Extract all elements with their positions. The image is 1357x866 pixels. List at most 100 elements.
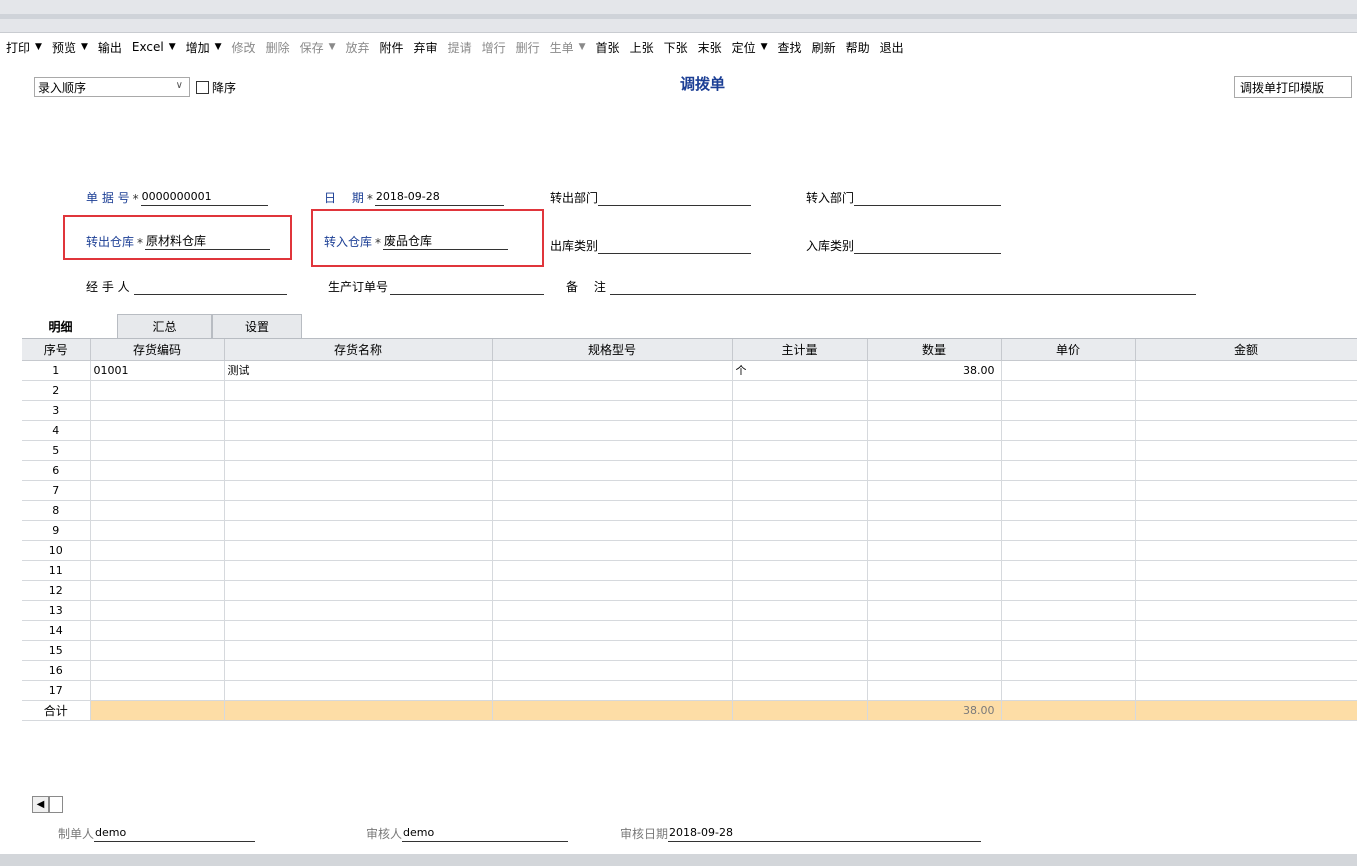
toolbar-button[interactable]: 删除 xyxy=(262,36,296,58)
cell-price[interactable] xyxy=(1001,620,1136,641)
cell-price[interactable] xyxy=(1001,640,1136,661)
handler-input[interactable] xyxy=(133,279,287,295)
toolbar-button[interactable]: 放弃 xyxy=(342,36,376,58)
cell-name[interactable] xyxy=(224,380,493,401)
cell-amount[interactable] xyxy=(1135,580,1357,601)
toolbar-button[interactable]: 增行 xyxy=(478,36,512,58)
cell-qty[interactable] xyxy=(867,560,1002,581)
cell-name[interactable] xyxy=(224,640,493,661)
cell-qty[interactable] xyxy=(867,460,1002,481)
cell-amount[interactable] xyxy=(1135,480,1357,501)
cell-unit[interactable] xyxy=(732,440,868,461)
cell-name[interactable] xyxy=(224,520,493,541)
cell-spec[interactable] xyxy=(492,460,733,481)
out-type-input[interactable] xyxy=(598,238,752,254)
toolbar-button[interactable]: 末张 xyxy=(694,36,728,58)
table-row[interactable]: 8 xyxy=(22,500,1357,521)
dropdown-arrow-icon[interactable]: ▼ xyxy=(329,42,336,52)
cell-name[interactable] xyxy=(224,460,493,481)
cell-name[interactable] xyxy=(224,420,493,441)
cell-qty[interactable] xyxy=(867,620,1002,641)
toolbar-button[interactable]: 定位 ▼ xyxy=(728,36,774,58)
cell-name[interactable] xyxy=(224,480,493,501)
cell-unit[interactable] xyxy=(732,560,868,581)
col-header-qty[interactable]: 数量 xyxy=(867,339,1002,361)
cell-name[interactable] xyxy=(224,580,493,601)
cell-name[interactable] xyxy=(224,560,493,581)
in-dept-input[interactable] xyxy=(854,190,1002,206)
cell-amount[interactable] xyxy=(1135,620,1357,641)
cell-name[interactable] xyxy=(224,500,493,521)
cell-unit[interactable] xyxy=(732,460,868,481)
toolbar-button[interactable]: 输出 xyxy=(94,36,128,58)
tab-detail[interactable]: 明细 xyxy=(22,314,99,338)
cell-unit[interactable] xyxy=(732,380,868,401)
toolbar-button[interactable]: 生单 ▼ xyxy=(546,36,592,58)
dropdown-arrow-icon[interactable]: ▼ xyxy=(579,42,586,52)
cell-price[interactable] xyxy=(1001,660,1136,681)
toolbar-button[interactable]: 查找 xyxy=(774,36,808,58)
col-header-index[interactable]: 序号 xyxy=(22,339,91,361)
table-row[interactable]: 6 xyxy=(22,460,1357,481)
cell-price[interactable] xyxy=(1001,580,1136,601)
cell-qty[interactable] xyxy=(867,540,1002,561)
cell-spec[interactable] xyxy=(492,620,733,641)
cell-amount[interactable] xyxy=(1135,440,1357,461)
table-row[interactable]: 4 xyxy=(22,420,1357,441)
toolbar-button[interactable]: 保存 ▼ xyxy=(296,36,342,58)
cell-code[interactable]: 01001 xyxy=(90,360,225,381)
cell-unit[interactable] xyxy=(732,680,868,701)
cell-spec[interactable] xyxy=(492,400,733,421)
table-row[interactable]: 2 xyxy=(22,380,1357,401)
print-template-select[interactable]: 调拨单打印模版 xyxy=(1234,76,1352,98)
cell-unit[interactable]: 个 xyxy=(732,360,868,381)
table-row[interactable]: 9 xyxy=(22,520,1357,541)
cell-code[interactable] xyxy=(90,440,225,461)
cell-code[interactable] xyxy=(90,520,225,541)
cell-code[interactable] xyxy=(90,620,225,641)
cell-amount[interactable] xyxy=(1135,600,1357,621)
toolbar-button[interactable]: Excel ▼ xyxy=(128,36,182,58)
cell-code[interactable] xyxy=(90,580,225,601)
cell-spec[interactable] xyxy=(492,480,733,501)
col-header-unit[interactable]: 主计量 xyxy=(732,339,868,361)
col-header-amount[interactable]: 金额 xyxy=(1135,339,1357,361)
table-row[interactable]: 17 xyxy=(22,680,1357,701)
cell-unit[interactable] xyxy=(732,620,868,641)
dropdown-arrow-icon[interactable]: ▼ xyxy=(35,42,42,52)
cell-qty[interactable]: 38.00 xyxy=(867,360,1002,381)
cell-code[interactable] xyxy=(90,480,225,501)
cell-price[interactable] xyxy=(1001,480,1136,501)
cell-code[interactable] xyxy=(90,540,225,561)
cell-price[interactable] xyxy=(1001,440,1136,461)
cell-unit[interactable] xyxy=(732,420,868,441)
cell-amount[interactable] xyxy=(1135,420,1357,441)
cell-price[interactable] xyxy=(1001,540,1136,561)
toolbar-button[interactable]: 帮助 xyxy=(842,36,876,58)
cell-price[interactable] xyxy=(1001,400,1136,421)
cell-amount[interactable] xyxy=(1135,560,1357,581)
cell-price[interactable] xyxy=(1001,420,1136,441)
cell-qty[interactable] xyxy=(867,480,1002,501)
cell-qty[interactable] xyxy=(867,420,1002,441)
cell-unit[interactable] xyxy=(732,660,868,681)
cell-amount[interactable] xyxy=(1135,520,1357,541)
col-header-spec[interactable]: 规格型号 xyxy=(492,339,733,361)
cell-spec[interactable] xyxy=(492,440,733,461)
cell-code[interactable] xyxy=(90,680,225,701)
cell-price[interactable] xyxy=(1001,600,1136,621)
col-header-name[interactable]: 存货名称 xyxy=(224,339,493,361)
cell-code[interactable] xyxy=(90,420,225,441)
cell-spec[interactable] xyxy=(492,560,733,581)
toolbar-button[interactable]: 预览 ▼ xyxy=(48,36,94,58)
cell-spec[interactable] xyxy=(492,640,733,661)
cell-amount[interactable] xyxy=(1135,360,1357,381)
col-header-price[interactable]: 单价 xyxy=(1001,339,1136,361)
cell-price[interactable] xyxy=(1001,460,1136,481)
cell-spec[interactable] xyxy=(492,360,733,381)
cell-code[interactable] xyxy=(90,600,225,621)
cell-name[interactable] xyxy=(224,660,493,681)
toolbar-button[interactable]: 弃审 xyxy=(410,36,444,58)
cell-spec[interactable] xyxy=(492,580,733,601)
cell-price[interactable] xyxy=(1001,500,1136,521)
